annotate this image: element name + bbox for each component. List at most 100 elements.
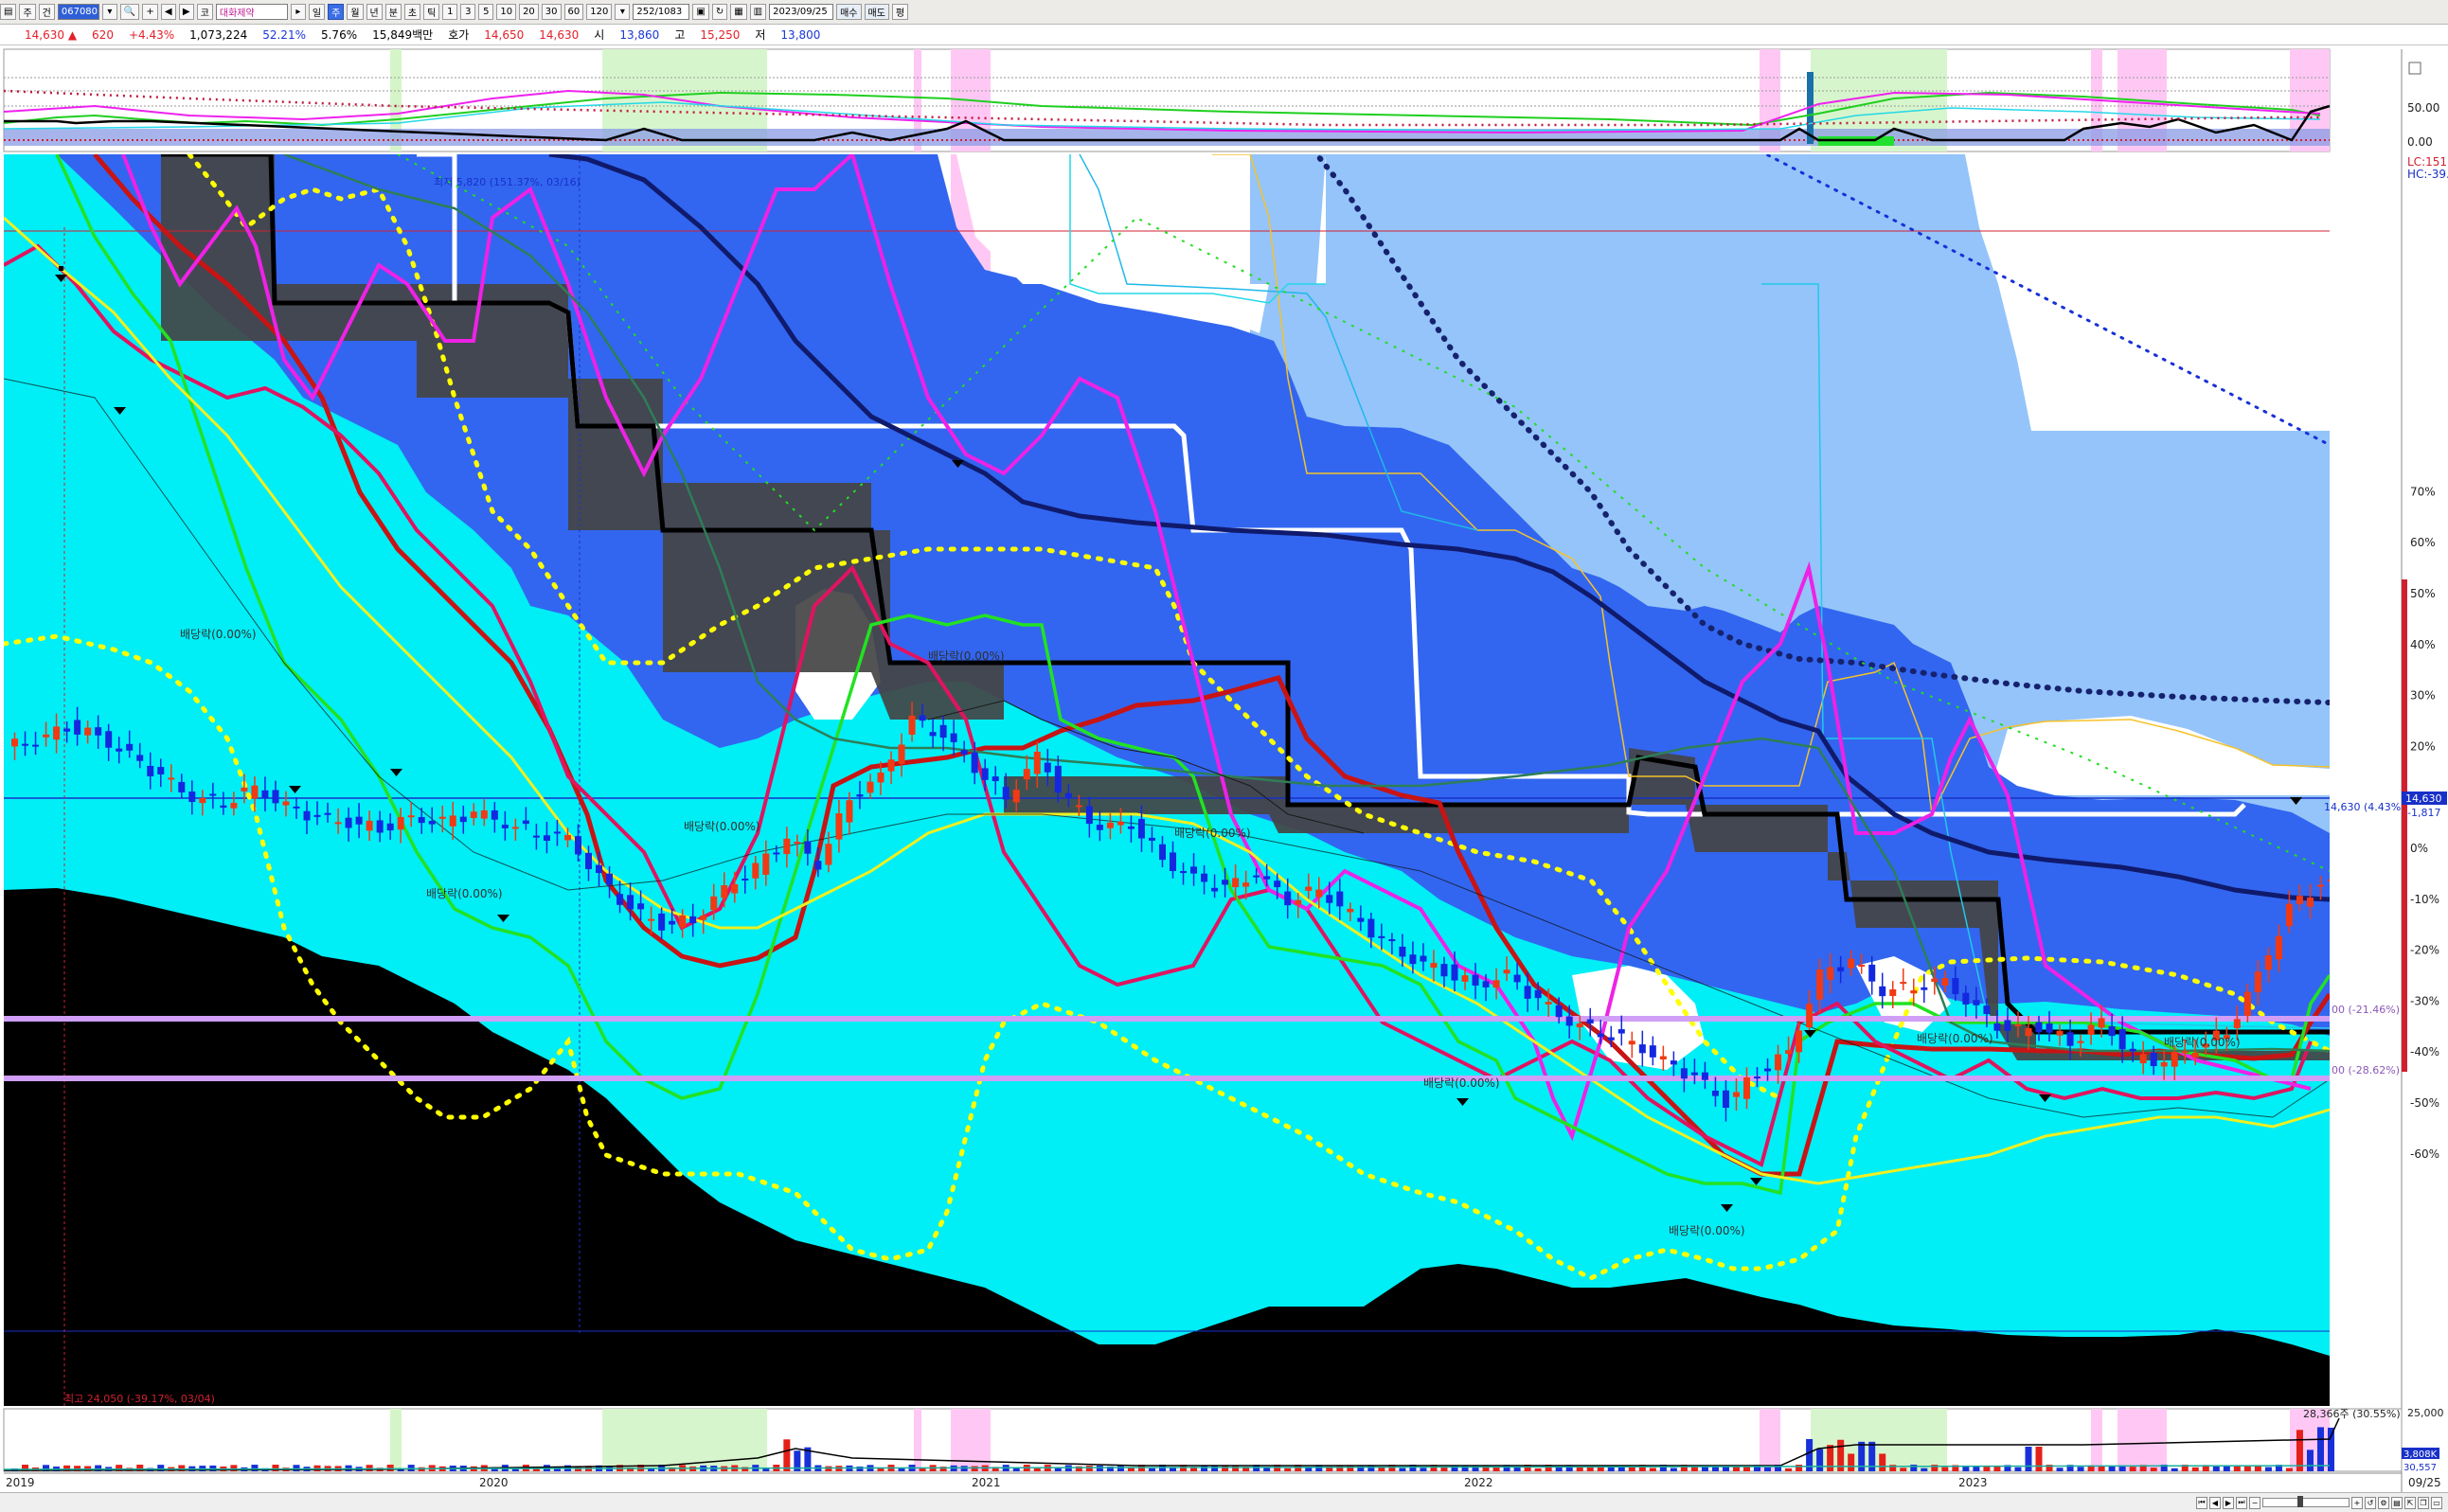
volume-bar bbox=[856, 1466, 864, 1471]
candle-up bbox=[1295, 899, 1302, 905]
scroll-left-icon[interactable]: ◀ bbox=[2209, 1496, 2221, 1509]
candle-down bbox=[1670, 1060, 1677, 1065]
candle-down bbox=[1399, 946, 1406, 957]
candle-down bbox=[814, 861, 822, 870]
candle-down bbox=[293, 806, 300, 809]
candle-down bbox=[1420, 955, 1427, 962]
scroll-end-icon[interactable]: ⏭ bbox=[2236, 1496, 2247, 1509]
candle-down bbox=[272, 790, 279, 804]
chart-scrollbar[interactable]: ⏮ ◀ ▶ ⏭ − + ↺ ⚙ ▤ ⇱ ❐ ▭ bbox=[0, 1492, 2448, 1512]
volume-bar bbox=[1085, 1466, 1093, 1471]
candle-down bbox=[1054, 765, 1062, 793]
candle-down bbox=[345, 817, 352, 828]
volume-bar bbox=[2316, 1427, 2324, 1471]
reset-icon[interactable]: ↺ bbox=[2365, 1496, 2376, 1509]
candle-up bbox=[449, 815, 456, 827]
candle-up bbox=[1848, 958, 1855, 969]
candle-down bbox=[1701, 1072, 1708, 1080]
window-icon[interactable]: ▭ bbox=[2431, 1496, 2442, 1509]
candle-up bbox=[199, 797, 206, 804]
candle-up bbox=[2275, 935, 2282, 960]
candle-down bbox=[1326, 895, 1333, 903]
candle-down bbox=[1002, 787, 1010, 800]
candle-up bbox=[1106, 822, 1114, 828]
candle-down bbox=[428, 821, 436, 825]
volume-bar bbox=[2150, 1468, 2157, 1471]
volume-tag-2: 30,557 bbox=[2403, 1463, 2437, 1473]
candle-down bbox=[1586, 1019, 1594, 1024]
candle-down bbox=[1222, 880, 1229, 885]
candle-down bbox=[1617, 1029, 1625, 1034]
volume-bar bbox=[2129, 1467, 2136, 1471]
panel-close-icon[interactable] bbox=[2408, 62, 2421, 75]
dividend-label: 배당락(0.00%) bbox=[684, 820, 760, 833]
zoom-slider[interactable] bbox=[2262, 1496, 2350, 1507]
scroll-start-icon[interactable]: ⏮ bbox=[2196, 1496, 2207, 1509]
dividend-label: 배당락(0.00%) bbox=[1423, 1076, 1500, 1090]
candle-down bbox=[1680, 1068, 1688, 1079]
candle-up bbox=[648, 918, 655, 921]
candle-down bbox=[1565, 1016, 1573, 1026]
candle-down bbox=[1253, 875, 1260, 878]
candle-down bbox=[2129, 1048, 2136, 1052]
y-tick-label: -60% bbox=[2410, 1147, 2439, 1161]
candle-down bbox=[1952, 978, 1959, 995]
current-price-text: 14,630 (4.43%) bbox=[2324, 801, 2405, 813]
candle-up bbox=[1033, 751, 1041, 774]
print-icon[interactable]: ▤ bbox=[2391, 1496, 2403, 1509]
candle-down bbox=[2046, 1023, 2053, 1033]
candle-down bbox=[74, 720, 81, 735]
candle-down bbox=[1044, 762, 1051, 773]
y-tick-label: 70% bbox=[2410, 485, 2436, 498]
y-tick-label: -50% bbox=[2410, 1096, 2439, 1110]
x-axis: 2019 2020 2021 2022 2023 09/25 bbox=[4, 1472, 2441, 1489]
candle-down bbox=[1085, 806, 1093, 825]
candle-down bbox=[1638, 1044, 1646, 1054]
candle-up bbox=[2160, 1061, 2168, 1067]
candle-up bbox=[2316, 884, 2324, 887]
zoom-out-icon[interactable]: − bbox=[2249, 1496, 2260, 1509]
volume-bar bbox=[2306, 1450, 2314, 1471]
zoom-in-icon[interactable]: + bbox=[2351, 1496, 2363, 1509]
candle-down bbox=[1367, 918, 1375, 938]
candle-down bbox=[1158, 844, 1166, 861]
candle-up bbox=[470, 811, 477, 819]
candle-up bbox=[2171, 1052, 2178, 1067]
settings-icon[interactable]: ⚙ bbox=[2378, 1496, 2389, 1509]
candle-down bbox=[1513, 974, 1521, 983]
candle-up bbox=[2181, 1051, 2189, 1054]
candle-down bbox=[1534, 989, 1542, 999]
osc-tick: 50.00 bbox=[2407, 101, 2439, 115]
volume-bar bbox=[1513, 1468, 1521, 1471]
candle-down bbox=[1378, 935, 1385, 938]
candle-up bbox=[1806, 1004, 1814, 1028]
volume-bar bbox=[1420, 1468, 1427, 1471]
volume-bar bbox=[1764, 1467, 1772, 1471]
candle-down bbox=[532, 835, 540, 838]
candle-up bbox=[2296, 896, 2303, 904]
volume-bar bbox=[2014, 1467, 2022, 1471]
volume-bar bbox=[1827, 1445, 1834, 1471]
expand-icon-2[interactable]: ⇱ bbox=[2404, 1496, 2416, 1509]
x-label: 2023 bbox=[1958, 1476, 1988, 1489]
candle-down bbox=[585, 852, 592, 869]
candle-down bbox=[543, 835, 550, 842]
copy-icon[interactable]: ❐ bbox=[2418, 1496, 2429, 1509]
candle-down bbox=[1137, 819, 1145, 839]
candle-down bbox=[1524, 986, 1531, 999]
scroll-right-icon[interactable]: ▶ bbox=[2223, 1496, 2234, 1509]
candle-up bbox=[2014, 1024, 2022, 1027]
candle-down bbox=[950, 733, 957, 742]
candle-up bbox=[407, 815, 415, 818]
candle-up bbox=[1775, 1054, 1782, 1071]
annotation-high: 최고 24,050 (-39.17%, 03/04) bbox=[64, 1393, 215, 1405]
candle-down bbox=[1127, 826, 1135, 829]
chart-canvas[interactable]: 최저 5,820 (151.37%, 03/16) 최고 24,050 (-39… bbox=[0, 0, 2448, 1492]
candle-up bbox=[1900, 982, 1907, 985]
candle-down bbox=[574, 836, 581, 855]
candle-down bbox=[1879, 986, 1886, 997]
candle-down bbox=[1263, 876, 1271, 880]
candle-up bbox=[731, 883, 739, 894]
candle-down bbox=[606, 873, 614, 885]
candle-up bbox=[762, 853, 770, 875]
